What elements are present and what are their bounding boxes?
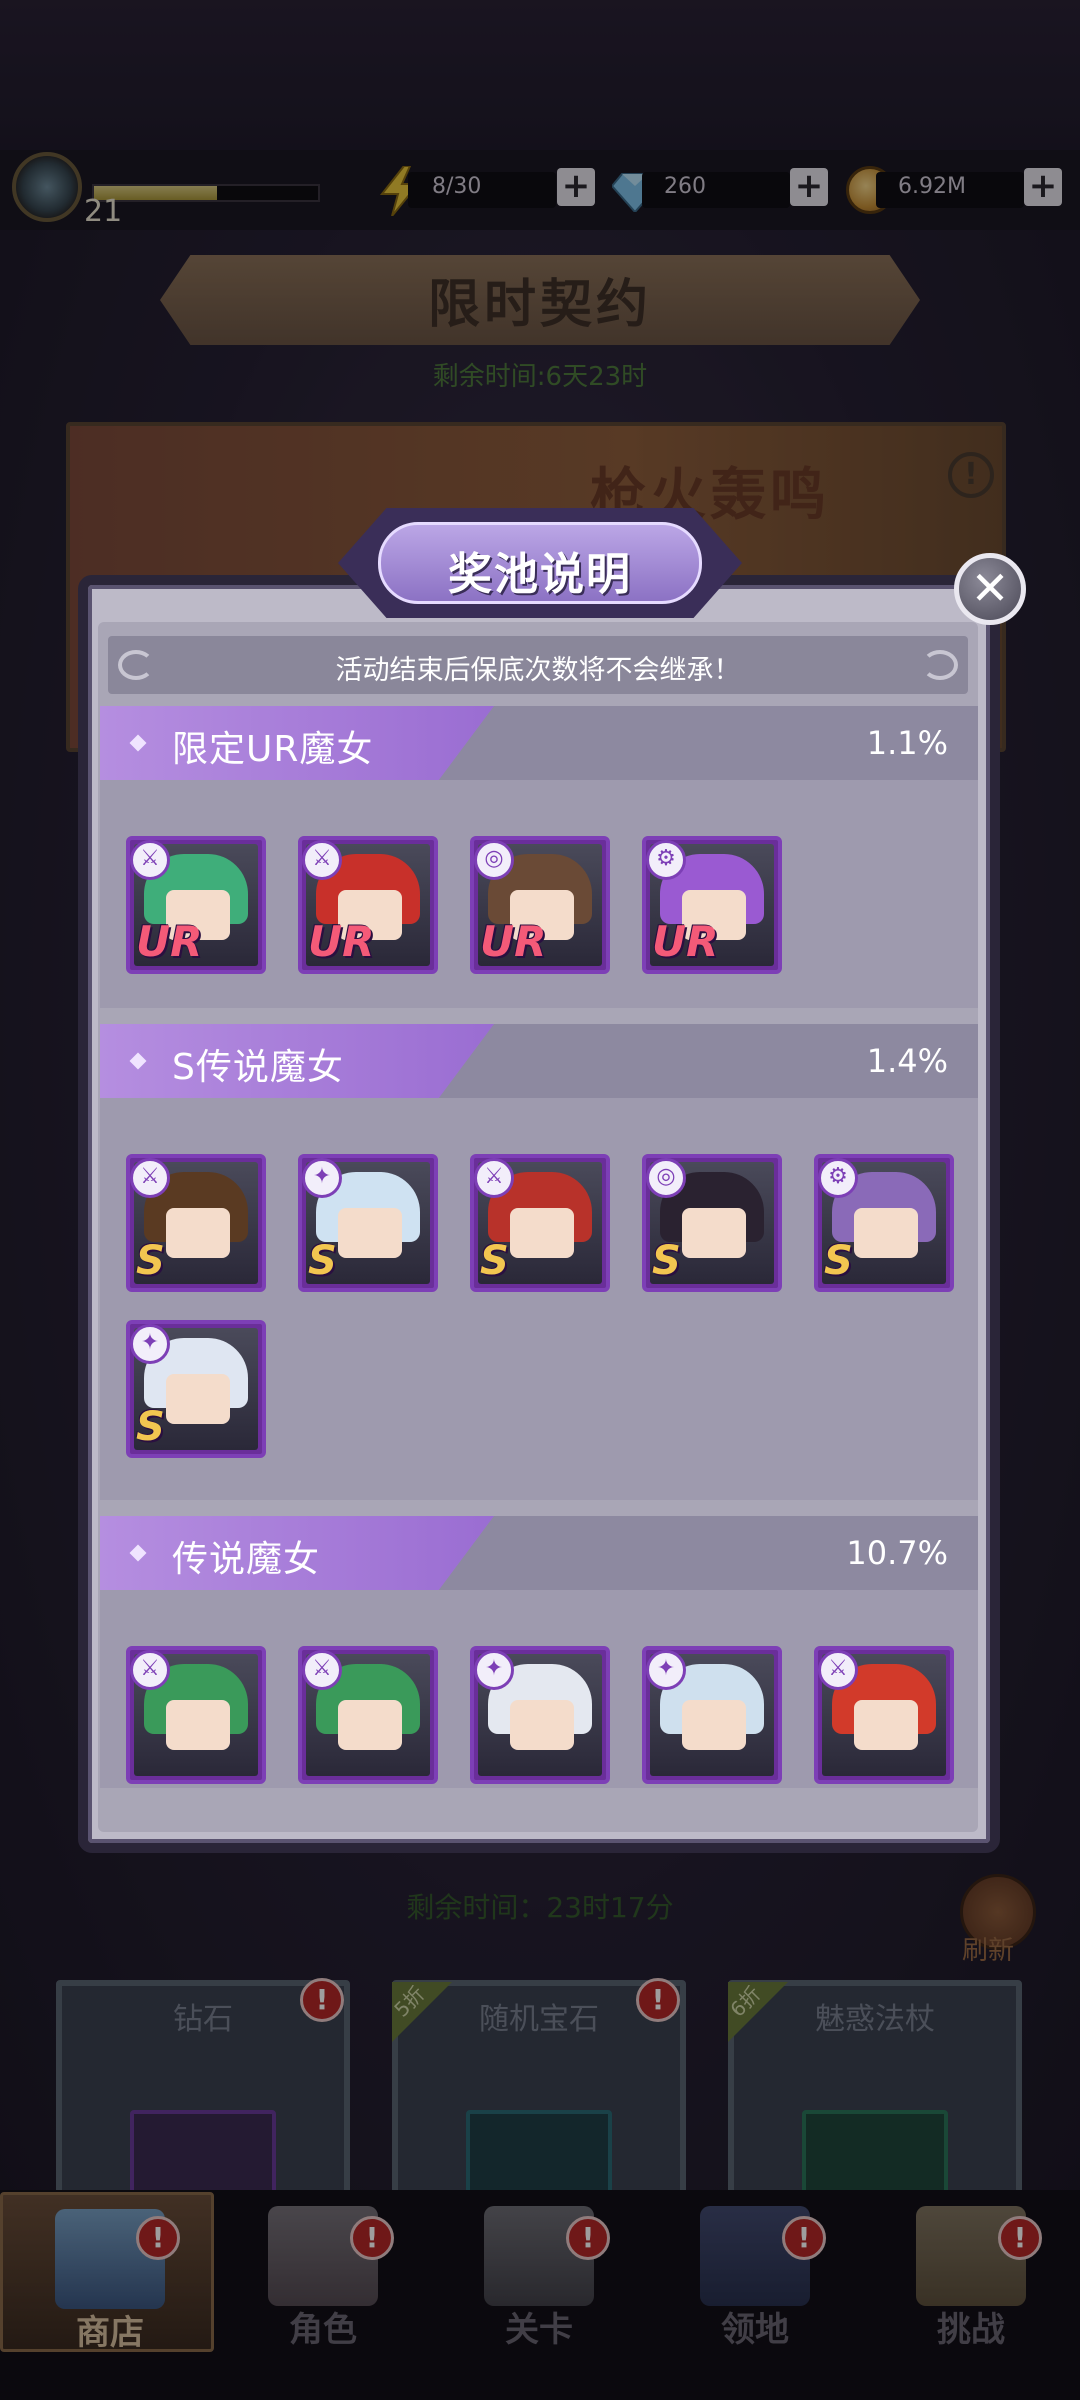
staff-class-icon: ✦ bbox=[302, 1158, 342, 1198]
pool-section-rate: 10.7% bbox=[846, 1534, 948, 1572]
pool-section-label: S传说魔女 bbox=[172, 1047, 344, 1088]
dialog-title: 奖池说明 bbox=[448, 549, 632, 600]
character-card[interactable]: ✦ S bbox=[298, 1154, 438, 1292]
character-card[interactable]: ⚔ UR bbox=[126, 836, 266, 974]
rarity-label: S bbox=[136, 1404, 165, 1450]
character-face bbox=[510, 1700, 574, 1750]
swirl-class-icon: ◎ bbox=[646, 1158, 686, 1198]
sword-class-icon: ⚔ bbox=[130, 840, 170, 880]
pool-section-label: 传说魔女 bbox=[172, 1539, 321, 1580]
rarity-label: UR bbox=[652, 917, 719, 966]
rarity-label: S bbox=[824, 1238, 853, 1284]
sword-class-icon: ⚔ bbox=[474, 1158, 514, 1198]
notice-text: 活动结束后保底次数将不会继承！ bbox=[335, 655, 741, 686]
character-card[interactable]: ⚔ UR bbox=[298, 836, 438, 974]
pool-section-rate: 1.4% bbox=[866, 1042, 948, 1080]
close-icon[interactable]: ✕ bbox=[954, 553, 1026, 625]
character-card[interactable]: ⚙ UR bbox=[642, 836, 782, 974]
character-face bbox=[166, 1700, 230, 1750]
rarity-label: UR bbox=[136, 917, 203, 966]
character-face bbox=[854, 1208, 918, 1258]
character-face bbox=[166, 1208, 230, 1258]
rarity-label: S bbox=[652, 1238, 681, 1284]
sword-class-icon: ⚔ bbox=[302, 1650, 342, 1690]
staff-class-icon: ✦ bbox=[130, 1324, 170, 1364]
rarity-label: UR bbox=[308, 917, 375, 966]
character-face bbox=[682, 1208, 746, 1258]
sword-class-icon: ⚔ bbox=[130, 1650, 170, 1690]
character-card[interactable]: ⚙ S bbox=[814, 1154, 954, 1292]
character-face bbox=[682, 1700, 746, 1750]
rarity-label: UR bbox=[480, 917, 547, 966]
staff-class-icon: ✦ bbox=[474, 1650, 514, 1690]
character-card[interactable]: ⚔ S bbox=[470, 1154, 610, 1292]
character-card[interactable]: ✦ S bbox=[126, 1320, 266, 1458]
rarity-label: S bbox=[136, 1238, 165, 1284]
sword-class-icon: ⚔ bbox=[818, 1650, 858, 1690]
sword-class-icon: ⚔ bbox=[302, 840, 342, 880]
rarity-label: S bbox=[480, 1238, 509, 1284]
gear-class-icon: ⚙ bbox=[646, 840, 686, 880]
gear-class-icon: ⚙ bbox=[818, 1158, 858, 1198]
character-card[interactable]: ◎ UR bbox=[470, 836, 610, 974]
pool-section-rate: 1.1% bbox=[866, 724, 948, 762]
character-face bbox=[166, 1374, 230, 1424]
character-card[interactable]: ⚔ bbox=[298, 1646, 438, 1784]
staff-class-icon: ✦ bbox=[646, 1650, 686, 1690]
character-face bbox=[338, 1208, 402, 1258]
sword-class-icon: ⚔ bbox=[130, 1158, 170, 1198]
character-card[interactable]: ◎ S bbox=[642, 1154, 782, 1292]
character-card[interactable]: ✦ bbox=[470, 1646, 610, 1784]
character-card[interactable]: ⚔ S bbox=[126, 1154, 266, 1292]
pool-section-label: 限定UR魔女 bbox=[172, 729, 374, 770]
character-card[interactable]: ⚔ bbox=[814, 1646, 954, 1784]
swirl-class-icon: ◎ bbox=[474, 840, 514, 880]
character-face bbox=[854, 1700, 918, 1750]
character-card[interactable]: ✦ bbox=[642, 1646, 782, 1784]
rarity-label: S bbox=[308, 1238, 337, 1284]
character-card[interactable]: ⚔ bbox=[126, 1646, 266, 1784]
character-face bbox=[338, 1700, 402, 1750]
character-face bbox=[510, 1208, 574, 1258]
